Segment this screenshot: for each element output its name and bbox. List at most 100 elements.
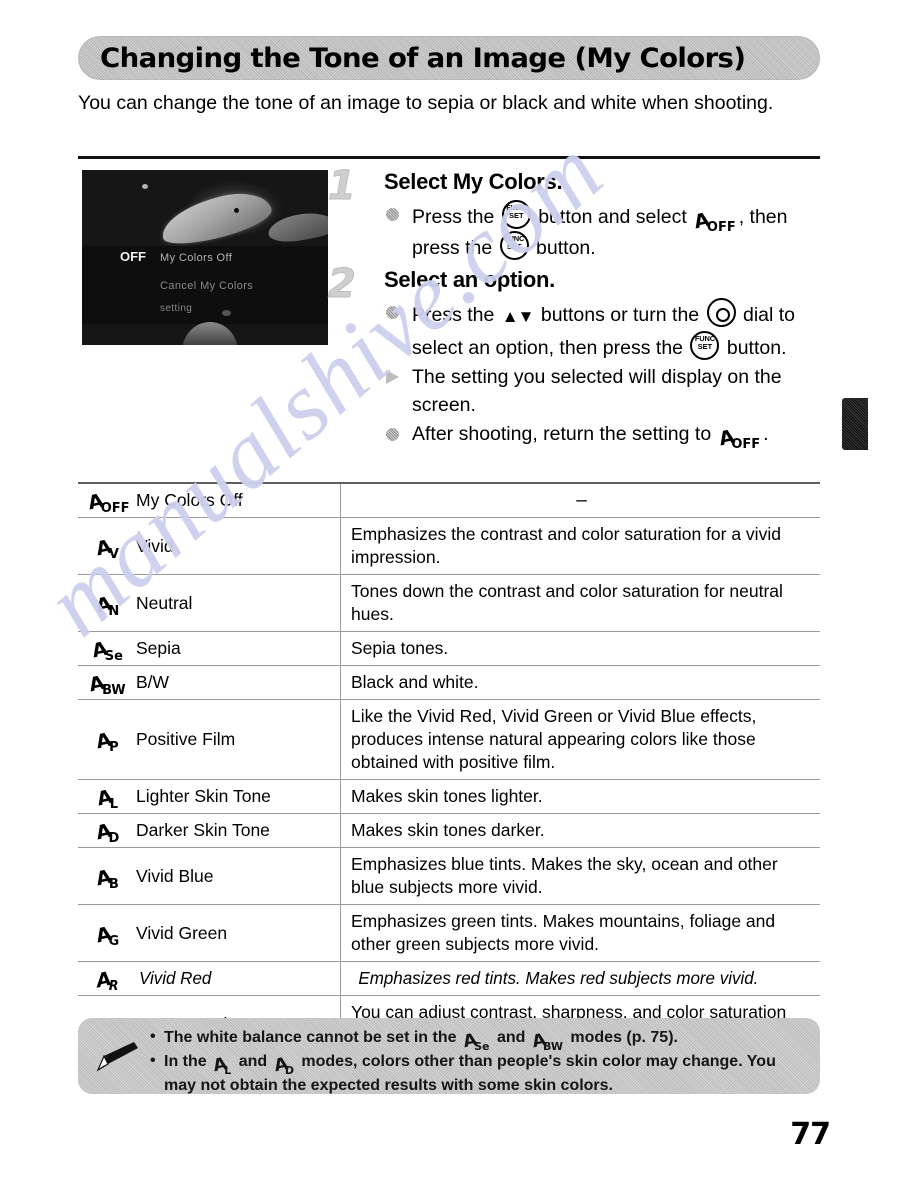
my-colors-icon: ABW [87,672,125,697]
control-dial-icon [706,298,736,327]
table-cell-description: Emphasizes blue tints. Makes the sky, oc… [340,847,820,905]
table-row: AL Lighter Skin Tone Makes skin tones ligh… [78,779,820,814]
table-cell-description: Like the Vivid Red, Vivid Green or Vivid… [340,699,820,780]
my-colors-sub-glyph: OFF [731,437,761,452]
my-colors-sub-glyph: N [108,603,120,619]
text-run: and [234,1053,272,1070]
table-cell-icon: AR [78,961,130,996]
table-row: ASe Sepia Sepia tones. [78,631,820,666]
page-title: Changing the Tone of an Image (My Colors… [100,43,746,74]
camera-mycolors-off-icon: OFF [120,249,146,264]
table-cell-icon: AB [78,847,130,905]
table-cell-description: Black and white. [340,665,820,700]
my-colors-sub-glyph: V [108,546,119,562]
triangle-bullet-icon [386,370,399,384]
my-colors-sub-glyph: L [109,797,118,812]
my-colors-sub-glyph: BW [102,683,126,698]
text-run: Press the [412,304,500,326]
table-cell-description: – [340,482,820,518]
table-row: AOFF My Colors Off – [78,482,820,518]
my-colors-icon: AOFF [717,424,761,451]
manual-page: manualshive.com Changing the Tone of an … [0,0,918,1188]
my-colors-sub-glyph: G [108,933,120,949]
text-run: In the [164,1053,212,1070]
text-run: button. [721,337,787,359]
camera-menu-item-0: My Colors Off [160,252,233,264]
func-set-button-icon: FUNC SET [690,331,720,360]
table-cell-icon: AOFF [78,482,130,518]
my-colors-icon: AN [94,592,120,617]
my-colors-icon: AOFF [86,490,130,515]
table-cell-description: Emphasizes red tints. Makes red subjects… [347,961,813,996]
page-edge-tab [842,398,868,450]
table-cell-option-name: Sepia [130,631,341,666]
my-colors-sub-glyph: OFF [706,220,736,235]
note-item: The white balance cannot be set in the A… [150,1025,810,1053]
photo-highlight [142,184,148,189]
photo-subject-eye [234,208,239,213]
table-cell-option-name: Neutral [130,574,341,632]
intro-paragraph: You can change the tone of an image to s… [78,92,774,114]
my-colors-sub-glyph: L [224,1064,232,1077]
text-run: The white balance cannot be set in the [164,1029,461,1046]
table-row: AG Vivid Green Emphasizes green tints. Mak… [78,904,820,962]
table-row: ABW B/W Black and white. [78,665,820,700]
table-cell-option-name: Darker Skin Tone [130,813,341,848]
my-colors-icon: ASe [461,1030,489,1053]
my-colors-icon: ABW [530,1030,563,1053]
my-colors-sub-glyph: D [284,1064,294,1077]
my-colors-sub-glyph: OFF [100,501,130,516]
my-colors-sub-glyph: D [108,831,120,846]
table-cell-icon: AD [78,813,130,848]
section-divider [78,156,820,159]
table-cell-icon: AP [78,699,130,780]
my-colors-icon: AR [94,968,118,993]
table-cell-description: Emphasizes the contrast and color satura… [340,517,820,575]
text-run: button. [530,237,596,259]
table-cell-option-name: Vivid Red [133,961,338,996]
func-set-icon-bottom: SET [509,211,524,220]
table-row: AD Darker Skin Tone Makes skin tones darke… [78,813,820,848]
table-cell-option-name: Positive Film [130,699,341,780]
note-item: In the AL and AD modes, colors other tha… [150,1049,810,1094]
my-colors-icon: AD [272,1054,294,1077]
my-colors-icon: AL [211,1054,232,1077]
table-row: AP Positive Film Like the Vivid Red, Vivid… [78,699,820,780]
dot-bullet-icon [386,208,399,221]
func-set-button-icon: FUNC SET [501,200,531,229]
my-colors-icon: AV [94,535,119,560]
my-colors-icon: ASe [90,638,123,663]
instruction-steps: 1 Select My Colors. Press the FUNC SET butt… [328,166,830,452]
table-cell-option-name: My Colors Off [130,482,341,518]
func-set-icon-bottom: SET [697,342,713,351]
my-colors-sub-glyph: P [109,740,119,755]
table-cell-icon: AL [78,779,130,814]
step-bullet: After shooting, return the setting to AO… [384,420,830,451]
my-colors-icon: AOFF [692,207,736,234]
table-cell-description: Sepia tones. [340,631,820,666]
my-colors-icon: AD [94,820,120,845]
step-bullet: Press the FUNC SET button and select AOFF… [384,200,830,262]
table-cell-icon: AV [78,517,130,575]
table-cell-description: Makes skin tones lighter. [340,779,820,814]
camera-screen-photo: OFF My Colors Off Cancel My Colors setti… [82,170,328,345]
page-number: 77 [790,1117,831,1152]
func-set-icon-bottom: SET [506,242,522,251]
step-number: 2 [328,261,357,307]
table-row: AN Neutral Tones down the contrast and col… [78,574,820,632]
step-number: 1 [328,163,357,209]
my-colors-icon: AP [94,729,118,754]
table-cell-option-name: B/W [130,665,341,700]
table-cell-icon: AN [78,574,130,632]
table-cell-option-name: Vivid Green [130,904,341,962]
my-colors-icon: AL [95,786,118,811]
table-cell-description: Makes skin tones darker. [340,813,820,848]
table-row: AV Vivid Emphasizes the contrast and color… [78,517,820,575]
my-colors-sub-glyph: B [108,876,119,892]
camera-menu-item-1: Cancel My Colors [160,280,254,292]
table-cell-description: Tones down the contrast and color satura… [340,574,820,632]
my-colors-icon: AB [94,865,119,890]
text-run: . [763,423,769,445]
table-cell-icon: AG [78,904,130,962]
text-run: Press the [412,206,500,228]
